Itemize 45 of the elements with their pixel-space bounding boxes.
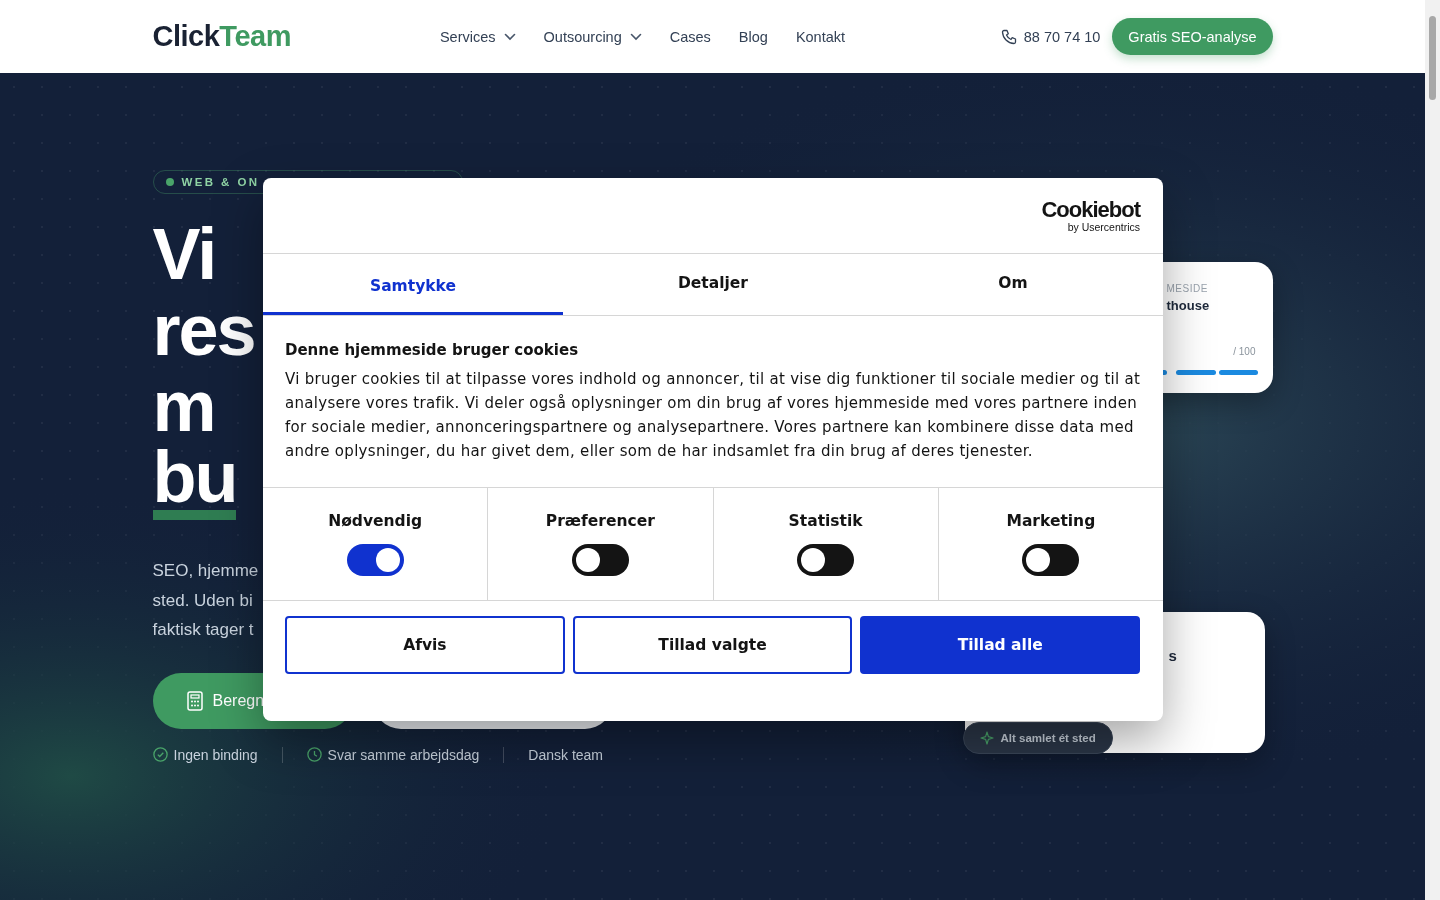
intro-text: faktisk tager t (152, 619, 254, 641)
trust-label: Svar samme arbejdsdag (327, 746, 480, 763)
sparkle-icon (979, 731, 994, 745)
phone-link[interactable]: 88 70 74 10 (1000, 28, 1101, 45)
phone-icon (1000, 28, 1017, 45)
hero-title-line: m (152, 368, 215, 444)
hero-title-line: Vi (152, 216, 216, 292)
scrollbar[interactable] (1425, 0, 1440, 900)
check-circle-icon (152, 747, 168, 762)
logo[interactable]: ClickTeam (152, 20, 291, 53)
card-title: thouse (1166, 298, 1210, 313)
nav-link[interactable]: Outsourcing (543, 28, 642, 45)
nav-link[interactable]: Cases (669, 28, 711, 45)
nav-link[interactable]: Kontakt (795, 28, 846, 45)
toggle-switch[interactable] (1022, 544, 1080, 576)
calculator-icon (186, 690, 203, 711)
nav-link[interactable]: Services (439, 28, 516, 45)
dialog-button[interactable]: Afvis (285, 616, 565, 674)
category-label: Statistik (788, 512, 863, 530)
nav-link[interactable]: Blog (738, 28, 768, 45)
card-eyebrow: MESIDE (1166, 283, 1208, 294)
trust-label: Dansk team (528, 746, 604, 763)
allow-all-button[interactable]: Tillad alle (860, 616, 1140, 674)
dialog-tab[interactable]: Samtykke (263, 254, 563, 315)
toggle-switch[interactable] (797, 544, 855, 576)
toggle-switch[interactable] (571, 544, 629, 576)
intro-text: sted. Uden bi (152, 589, 253, 612)
clock-icon (306, 747, 322, 762)
dialog-button[interactable]: Tillad valgte (572, 616, 853, 674)
toggle-switch[interactable] (346, 544, 404, 576)
hero-title-line: bu (152, 444, 237, 520)
dialog-text: Vi bruger cookies til at tilpasse vores indhold og annoncer, til at vise dig funktioner til sociale medier og til at analysere vores trafik. Vi deler også oplysninger om din brug af vores hjemmeside med vores partnere inden for sociale medier, annonceringspartnere og analysepartnere. Vores partnere kan kombinere disse data med andre oplysninger, du har givet dem, eller som de har indsamlet fra din brug af deres tjenester. (285, 369, 1141, 462)
trust-label: Ingen binding (173, 746, 258, 763)
category-label: Marketing (1006, 512, 1096, 530)
cookiebot-logo: Cookiebot by Usercentrics (1041, 198, 1140, 233)
score-suffix: / 100 (1233, 346, 1256, 357)
hero-title-line: res (152, 292, 255, 368)
intro-text: SEO, hjemme (152, 560, 259, 582)
seo-analysis-button[interactable]: Gratis SEO-analyse (1112, 18, 1273, 55)
dot-icon (165, 178, 174, 186)
card-title: s (1168, 647, 1177, 664)
feature-badge: Alt samlet ét sted (962, 722, 1113, 754)
category-label: Nødvendig (328, 512, 423, 530)
dialog-heading: Denne hjemmeside bruger cookies (285, 341, 580, 359)
category-label: Præferencer (545, 512, 655, 530)
